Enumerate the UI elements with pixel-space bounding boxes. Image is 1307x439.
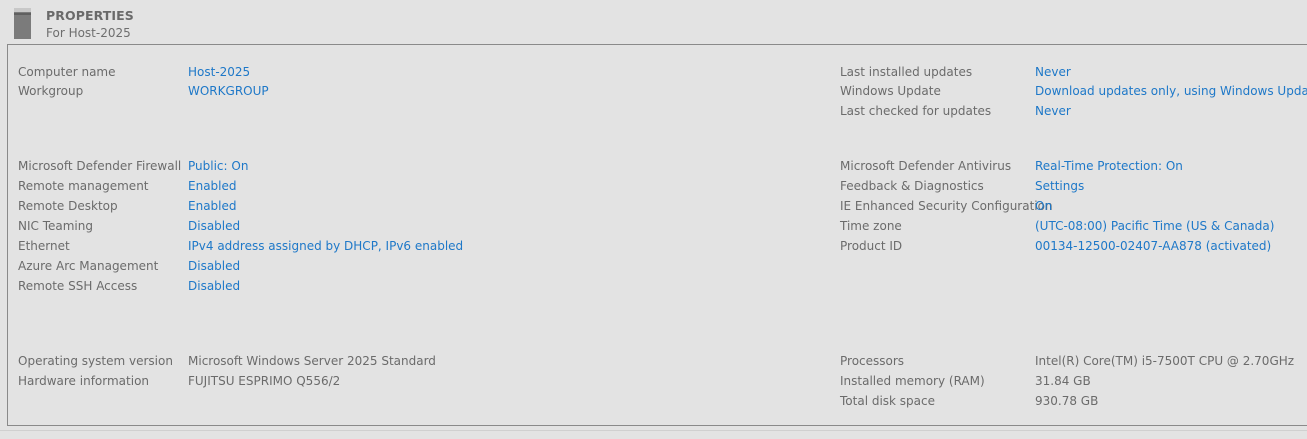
remote-management-link[interactable]: Enabled <box>188 177 237 195</box>
processors-value: Intel(R) Core(TM) i5-7500T CPU @ 2.70GHz <box>1035 354 1295 368</box>
label-defender-antivirus: Microsoft Defender Antivirus <box>840 159 1012 173</box>
properties-header: PROPERTIES For Host-2025 <box>0 0 1307 44</box>
label-os-version: Operating system version <box>18 354 173 368</box>
bottom-divider <box>0 430 1307 431</box>
label-ethernet: Ethernet <box>18 239 70 253</box>
azure-arc-link[interactable]: Disabled <box>188 257 240 275</box>
page-title: PROPERTIES <box>46 8 134 23</box>
label-feedback: Feedback & Diagnostics <box>840 179 984 193</box>
defender-firewall-link[interactable]: Public: On <box>188 157 248 175</box>
disk-space-value: 930.78 GB <box>1035 394 1099 408</box>
remote-desktop-link[interactable]: Enabled <box>188 197 237 215</box>
label-product-id: Product ID <box>840 239 903 253</box>
label-installed-memory: Installed memory (RAM) <box>840 374 985 388</box>
label-ie-esc: IE Enhanced Security Configuration <box>840 199 1053 213</box>
ie-esc-link[interactable]: On <box>1035 197 1052 215</box>
remote-ssh-link[interactable]: Disabled <box>188 277 240 295</box>
product-id-link[interactable]: 00134-12500-02407-AA878 (activated) <box>1035 237 1271 255</box>
defender-antivirus-link[interactable]: Real-Time Protection: On <box>1035 157 1183 175</box>
ethernet-link[interactable]: IPv4 address assigned by DHCP, IPv6 enab… <box>188 237 463 255</box>
computer-name-link[interactable]: Host-2025 <box>188 63 250 81</box>
nic-teaming-link[interactable]: Disabled <box>188 217 240 235</box>
windows-update-link[interactable]: Download updates only, using Windows Upd… <box>1035 82 1307 100</box>
label-last-checked: Last checked for updates <box>840 104 992 118</box>
label-nic-teaming: NIC Teaming <box>18 219 93 233</box>
label-last-installed: Last installed updates <box>840 65 973 79</box>
page-subtitle: For Host-2025 <box>46 26 131 40</box>
properties-panel: Computer name Host-2025 Workgroup WORKGR… <box>7 44 1307 426</box>
last-checked-link[interactable]: Never <box>1035 102 1071 120</box>
label-remote-management: Remote management <box>18 179 149 193</box>
label-azure-arc: Azure Arc Management <box>18 259 159 273</box>
feedback-link[interactable]: Settings <box>1035 177 1084 195</box>
label-remote-ssh: Remote SSH Access <box>18 279 138 293</box>
last-installed-link[interactable]: Never <box>1035 63 1071 81</box>
label-time-zone: Time zone <box>840 219 902 233</box>
label-hardware-info: Hardware information <box>18 374 150 388</box>
label-remote-desktop: Remote Desktop <box>18 199 118 213</box>
label-defender-firewall: Microsoft Defender Firewall <box>18 159 182 173</box>
os-version-value: Microsoft Windows Server 2025 Standard <box>188 354 436 368</box>
server-icon <box>14 8 31 39</box>
label-disk-space: Total disk space <box>840 394 936 408</box>
label-windows-update: Windows Update <box>840 84 941 98</box>
label-workgroup: Workgroup <box>18 84 84 98</box>
installed-memory-value: 31.84 GB <box>1035 374 1091 388</box>
hardware-info-value: FUJITSU ESPRIMO Q556/2 <box>188 374 341 388</box>
label-processors: Processors <box>840 354 905 368</box>
workgroup-link[interactable]: WORKGROUP <box>188 82 269 100</box>
label-computer-name: Computer name <box>18 65 116 79</box>
time-zone-link[interactable]: (UTC-08:00) Pacific Time (US & Canada) <box>1035 217 1274 235</box>
